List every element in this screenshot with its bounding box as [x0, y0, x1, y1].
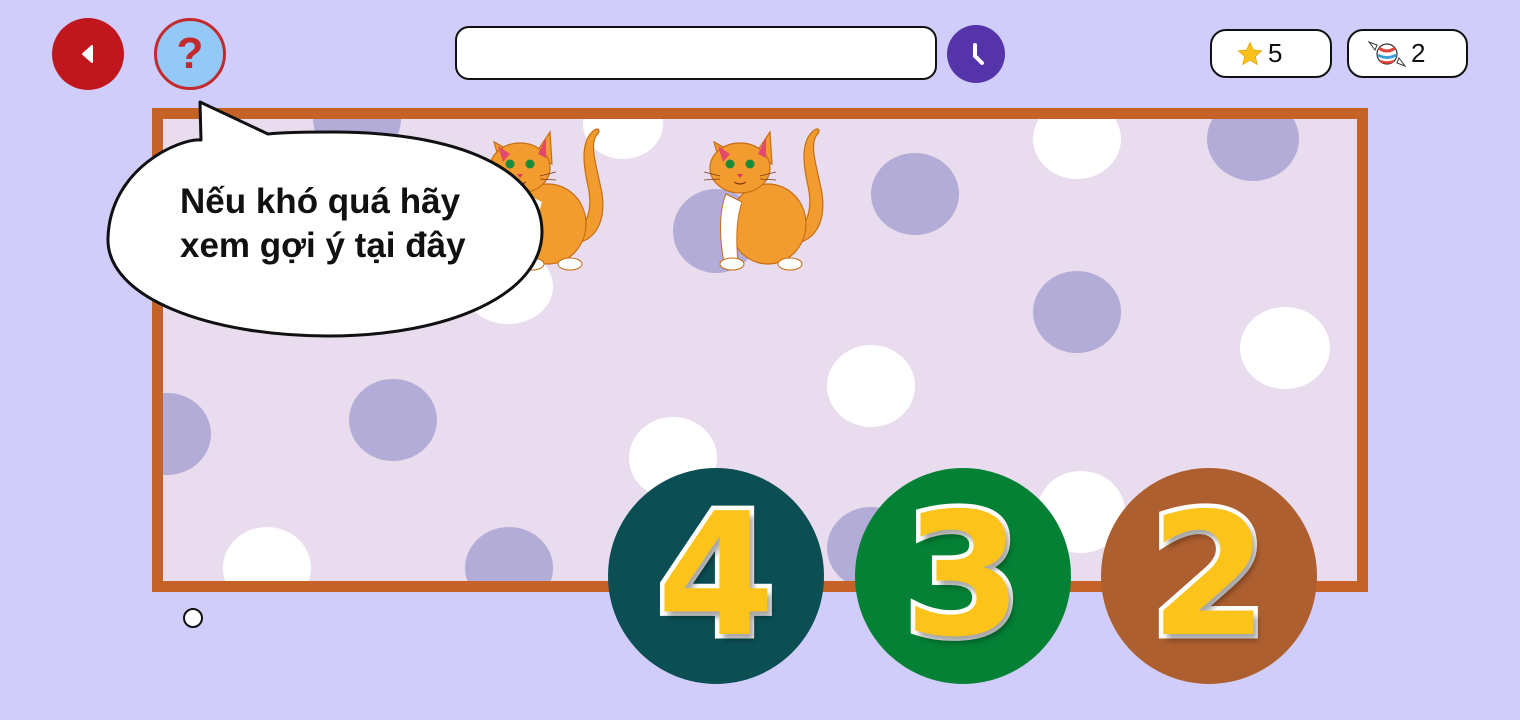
star-icon: [1237, 40, 1263, 65]
background-dot: [163, 393, 211, 475]
background-dot: [1207, 119, 1299, 181]
background-dot: [827, 345, 915, 427]
background-dot: [871, 153, 959, 235]
background-dot: [349, 379, 437, 461]
answer-button-2[interactable]: 2: [1101, 468, 1317, 684]
indicator-dot: [183, 608, 203, 628]
answer-label: 4: [652, 477, 779, 675]
hint-text: Nếu khó quá hãy xem gợi ý tại đây: [180, 180, 510, 268]
background-dot: [1240, 307, 1330, 389]
background-dot: [465, 527, 553, 581]
cat-image: [703, 128, 824, 271]
answer-button-3[interactable]: 3: [855, 468, 1071, 684]
background-dot: [1033, 119, 1121, 179]
background-dot: [1033, 271, 1121, 353]
stars-counter: 5: [1210, 29, 1332, 78]
answer-label: 2: [1145, 477, 1272, 675]
hint-line-2: xem gợi ý tại đây: [180, 226, 466, 265]
background-dot: [223, 527, 311, 581]
back-button[interactable]: [52, 18, 124, 90]
answer-label: 3: [899, 477, 1026, 675]
timer-button: [947, 25, 1005, 83]
help-button[interactable]: ?: [154, 18, 226, 90]
answer-button-4[interactable]: 4: [608, 468, 824, 684]
candy-icon: [1367, 40, 1407, 67]
stars-count: 5: [1268, 38, 1283, 68]
question-mark-icon: ?: [176, 29, 204, 78]
back-arrow-icon: [82, 45, 93, 63]
candies-count: 2: [1411, 38, 1426, 68]
hint-line-1: Nếu khó quá hãy: [180, 182, 461, 221]
progress-bar: [455, 26, 937, 80]
clock-icon: [973, 43, 984, 65]
candies-counter: 2: [1347, 29, 1468, 78]
